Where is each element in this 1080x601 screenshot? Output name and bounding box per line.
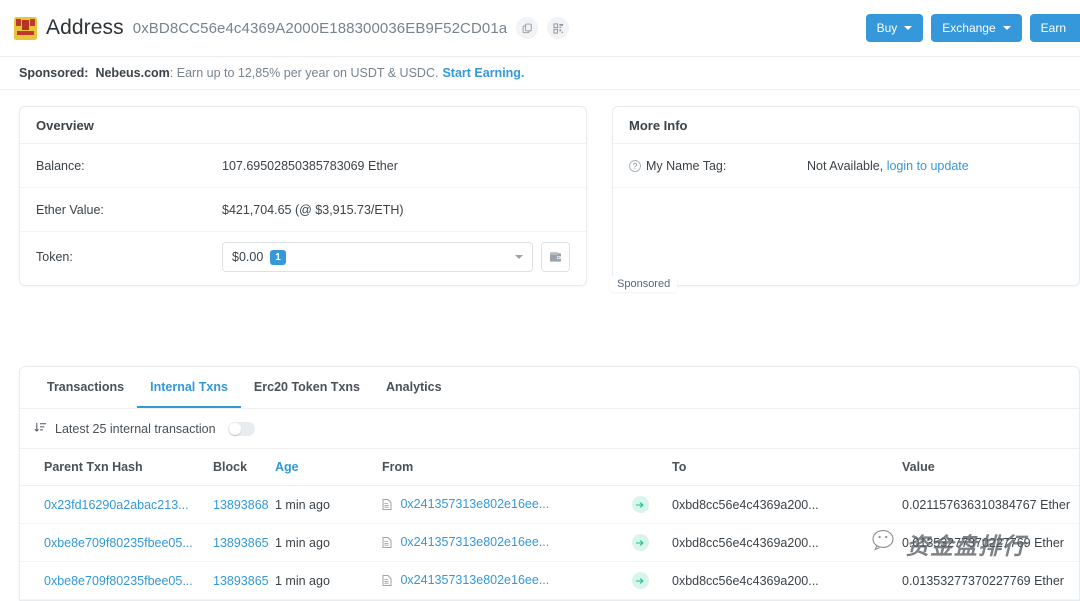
tab-analytics[interactable]: Analytics [373,367,455,408]
more-info-body [613,188,1079,285]
buy-button[interactable]: Buy [865,14,924,42]
ether-value: $421,704.65 (@ $3,915.73/ETH) [222,202,404,217]
earn-button-label: Earn [1040,21,1066,35]
value-cell: 0.01353277370227769 Ether [902,523,1079,562]
to-address: 0xbd8cc56e4c4369a200... [672,485,902,524]
tab-transactions[interactable]: Transactions [34,367,137,408]
ether-value-row: Ether Value: $421,704.65 (@ $3,915.73/ET… [20,188,586,232]
sponsor-text: : Earn up to 12,85% per year on USDT & U… [169,66,439,80]
column-block: Block [213,449,275,486]
from-address-link[interactable]: 0x241357313e802e16ee... [400,535,549,549]
block-link[interactable]: 13893865 [213,574,269,588]
sort-icon[interactable] [34,421,47,437]
table-row: 0x23fd16290a2abac213... 13893868 1 min a… [20,485,1079,524]
age-cell: 1 min ago [275,561,382,600]
age-cell: 1 min ago [275,485,382,524]
table-header-row: Parent Txn Hash Block Age From To Value [20,449,1079,486]
contract-icon [382,536,395,551]
header-actions: Buy Exchange Earn [865,14,1080,42]
tab-internal-txns[interactable]: Internal Txns [137,367,241,408]
transactions-panel: Transactions Internal Txns Erc20 Token T… [19,366,1080,601]
table-header: Parent Txn Hash Block Age From To Value [20,449,1079,486]
parent-txn-hash-link[interactable]: 0x23fd16290a2abac213... [44,498,189,512]
balance-value: 107.69502850385783069 Ether [222,158,398,173]
more-info-card: More Info ? My Name Tag: Not Available, … [612,106,1080,286]
help-icon[interactable]: ? [629,159,641,172]
chevron-down-icon [1002,26,1011,30]
to-address: 0xbd8cc56e4c4369a200... [672,561,902,600]
name-tag-label-wrap: ? My Name Tag: [629,159,807,173]
sponsored-label: Sponsored: [19,66,89,80]
sponsored-chip: Sponsored [610,276,678,292]
column-age[interactable]: Age [275,449,382,486]
earn-button[interactable]: Earn [1029,14,1080,42]
overview-card: Overview Balance: 107.69502850385783069 … [19,106,587,286]
name-tag-value-wrap: Not Available, login to update [807,159,969,173]
balance-row: Balance: 107.69502850385783069 Ether [20,144,586,188]
tab-erc20-token-txns[interactable]: Erc20 Token Txns [241,367,373,408]
token-row: Token: $0.00 1 [20,232,586,282]
value-cell: 0.01353277370227769 Ether [902,561,1079,600]
balance-label: Balance: [36,158,85,173]
overview-title: Overview [20,107,586,144]
internal-transactions-table: Parent Txn Hash Block Age From To Value … [20,449,1079,600]
ether-value-label: Ether Value: [36,202,104,217]
parent-txn-hash-link[interactable]: 0xbe8e709f80235fbee05... [44,574,193,588]
qr-code-icon[interactable] [547,17,570,39]
column-value: Value [902,449,1079,486]
age-cell: 1 min ago [275,523,382,562]
column-parent-txn-hash: Parent Txn Hash [20,449,213,486]
name-tag-row: ? My Name Tag: Not Available, login to u… [613,144,1079,188]
contract-icon [382,574,395,589]
sponsor-domain[interactable]: Nebeus.com [95,66,169,80]
block-link[interactable]: 13893865 [213,536,269,550]
direction-arrow-icon [632,572,649,589]
from-address-link[interactable]: 0x241357313e802e16ee... [400,573,549,587]
from-address-link[interactable]: 0x241357313e802e16ee... [400,497,549,511]
tab-bar: Transactions Internal Txns Erc20 Token T… [20,367,1079,409]
page-header: Address 0xBD8CC56e4c4369A2000E188300036E… [0,0,1080,57]
address-page: Address 0xBD8CC56e4c4369A2000E188300036E… [0,0,1080,601]
token-select[interactable]: $0.00 1 [222,242,533,272]
address-identicon [14,16,37,40]
summary-cards: Overview Balance: 107.69502850385783069 … [0,90,1080,286]
to-address: 0xbd8cc56e4c4369a200... [672,523,902,562]
value-cell: 0.021157636310384767 Ether [902,485,1079,524]
direction-arrow-icon [632,496,649,513]
sponsored-banner: Sponsored: Nebeus.com : Earn up to 12,85… [0,57,1080,90]
token-value: $0.00 [232,250,264,264]
table-row: 0xbe8e709f80235fbee05... 13893865 1 min … [20,523,1079,562]
filter-text: Latest 25 internal transaction [55,421,216,436]
buy-button-label: Buy [876,21,898,35]
view-toggle[interactable] [227,421,255,436]
column-from: From [382,449,632,486]
exchange-button[interactable]: Exchange [931,14,1022,42]
chevron-down-icon [514,255,523,259]
contract-icon [382,498,395,513]
name-tag-value: Not Available, [807,158,884,173]
address-value: 0xBD8CC56e4c4369A2000E188300036EB9F52CD0… [132,19,508,37]
start-earning-link[interactable]: Start Earning. [442,66,524,80]
wallet-button[interactable] [540,242,570,272]
page-title: Address [46,16,124,39]
copy-icon[interactable] [516,17,539,39]
name-tag-label: My Name Tag: [646,158,727,173]
token-label: Token: [36,250,73,264]
column-to: To [672,449,902,486]
more-info-title: More Info [613,107,1079,144]
table-body: 0x23fd16290a2abac213... 13893868 1 min a… [20,485,1079,600]
chevron-down-icon [904,26,913,30]
table-row: 0xbe8e709f80235fbee05... 13893865 1 min … [20,561,1079,600]
block-link[interactable]: 13893868 [213,498,269,512]
column-direction [632,449,672,486]
exchange-button-label: Exchange [942,21,996,35]
parent-txn-hash-link[interactable]: 0xbe8e709f80235fbee05... [44,536,193,550]
token-count-badge: 1 [270,249,286,265]
login-to-update-link[interactable]: login to update [887,159,969,173]
filter-row: Latest 25 internal transaction [20,409,1079,449]
direction-arrow-icon [632,534,649,551]
